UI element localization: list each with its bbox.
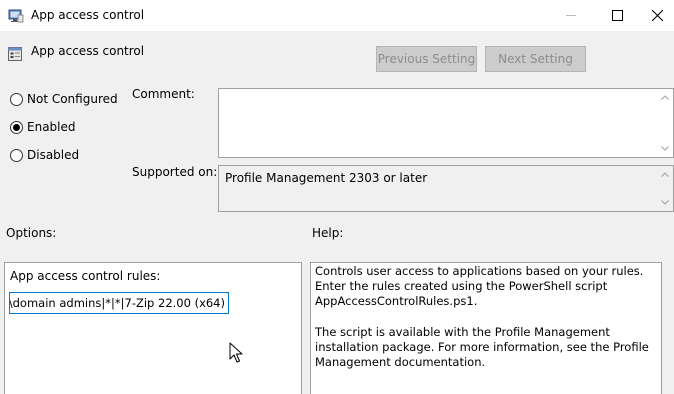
supported-on-label: Supported on: [132, 165, 218, 179]
rules-input-value: group\domain admins|*|*|7-Zip 22.00 (x64… [9, 296, 225, 310]
supported-scrollbar[interactable] [656, 166, 673, 211]
close-button[interactable] [640, 0, 674, 31]
rules-input[interactable]: group\domain admins|*|*|7-Zip 22.00 (x64… [9, 292, 229, 314]
scroll-down-icon[interactable] [656, 194, 673, 211]
policy-editor-icon [8, 9, 24, 23]
supported-on-field: Profile Management 2303 or later [218, 165, 674, 212]
radio-enabled[interactable]: Enabled [10, 119, 76, 135]
options-panel: App access control rules: group\domain a… [4, 262, 302, 394]
rules-label: App access control rules: [10, 269, 161, 283]
radio-circle[interactable] [10, 148, 23, 162]
radio-disabled[interactable]: Disabled [10, 147, 79, 163]
next-setting-button[interactable]: Next Setting [485, 46, 586, 72]
close-icon [651, 10, 663, 21]
scroll-down-icon[interactable] [656, 140, 673, 157]
comment-label: Comment: [132, 87, 195, 101]
setting-icon [8, 47, 22, 61]
setting-title: App access control [31, 44, 145, 58]
supported-on-value: Profile Management 2303 or later [225, 171, 428, 185]
minimize-button[interactable] [548, 0, 594, 31]
maximize-button[interactable] [594, 0, 640, 31]
radio-label: Enabled [27, 120, 76, 134]
comment-scrollbar[interactable] [656, 89, 673, 157]
help-text: Controls user access to applications bas… [315, 264, 657, 385]
help-panel: Controls user access to applications bas… [310, 262, 662, 394]
minimize-icon [565, 15, 576, 16]
scroll-up-icon[interactable] [656, 166, 673, 183]
previous-setting-button[interactable]: Previous Setting [376, 46, 477, 72]
help-label: Help: [312, 226, 344, 240]
radio-label: Not Configured [27, 92, 118, 106]
help-paragraph: Controls user access to applications bas… [315, 264, 644, 309]
radio-not-configured[interactable]: Not Configured [10, 91, 118, 107]
radio-circle[interactable] [10, 120, 23, 134]
radio-circle[interactable] [10, 92, 23, 106]
mouse-cursor-icon [229, 342, 243, 363]
options-label: Options: [6, 226, 57, 240]
window-title: App access control [31, 8, 145, 22]
radio-label: Disabled [27, 148, 80, 162]
comment-field[interactable] [218, 88, 674, 158]
maximize-icon [611, 10, 623, 21]
radio-selected-dot [13, 123, 20, 131]
scroll-up-icon[interactable] [656, 89, 673, 106]
help-paragraph: The script is available with the Profile… [315, 324, 649, 370]
